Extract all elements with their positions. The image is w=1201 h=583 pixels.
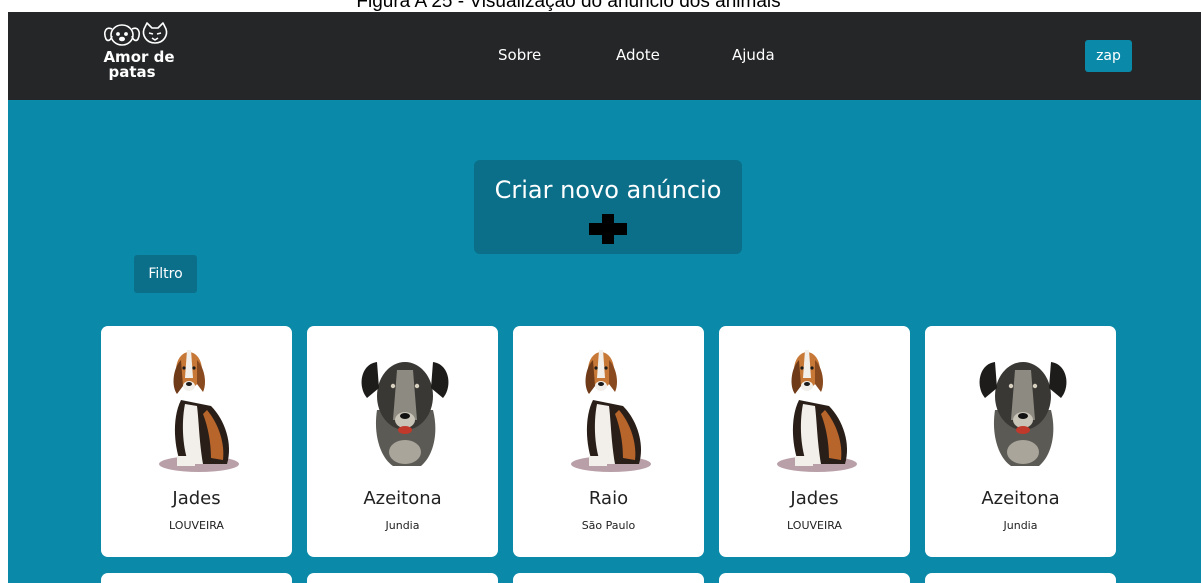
beagle-photo [571,350,651,472]
dog-cat-icon [104,22,168,46]
create-ad-label: Criar novo anúncio [494,176,722,204]
pet-name: Jades [790,488,839,509]
zap-button[interactable]: zap [1085,40,1132,72]
plus-icon [589,214,627,244]
pet-name: Azeitona [363,488,442,509]
pet-card-partial[interactable] [101,573,292,583]
pet-city: Jundia [1003,519,1038,532]
pet-city: São Paulo [581,519,636,532]
figure-caption: Figura A 25 - Visualização do anúncio do… [356,0,781,12]
brand-line2: patas [108,63,156,81]
create-ad-button[interactable]: Criar novo anúncio [474,160,742,254]
pet-card[interactable]: Azeitona Jundia [307,326,498,557]
pet-card[interactable]: Azeitona Jundia [925,326,1116,557]
pet-name: Azeitona [981,488,1060,509]
pet-card[interactable]: Jades LOUVEIRA [101,326,292,557]
pet-city: Jundia [385,519,420,532]
filter-button[interactable]: Filtro [134,255,197,293]
beagle-photo [777,350,857,472]
pet-city: LOUVEIRA [169,519,224,532]
brand-name: Amor de patas [94,50,184,80]
beagle-photo [159,350,239,472]
nav-link-sobre[interactable]: Sobre [498,46,541,64]
pet-card[interactable]: Jades LOUVEIRA [719,326,910,557]
nav-link-ajuda[interactable]: Ajuda [732,46,775,64]
mixed-dog-photo [979,362,1067,466]
app-window: Amor de patas Sobre Adote Ajuda zap Cria… [8,12,1201,583]
brand-logo[interactable]: Amor de patas [94,20,184,92]
nav-link-adote[interactable]: Adote [616,46,660,64]
pet-name: Raio [588,488,629,509]
top-navbar: Amor de patas Sobre Adote Ajuda zap [8,12,1201,100]
pet-card-partial[interactable] [925,573,1116,583]
pet-card-partial[interactable] [719,573,910,583]
pet-city: LOUVEIRA [787,519,842,532]
pet-card[interactable]: Raio São Paulo [513,326,704,557]
mixed-dog-photo [361,362,449,466]
pet-name: Jades [172,488,221,509]
pet-card-partial[interactable] [513,573,704,583]
pet-card-partial[interactable] [307,573,498,583]
